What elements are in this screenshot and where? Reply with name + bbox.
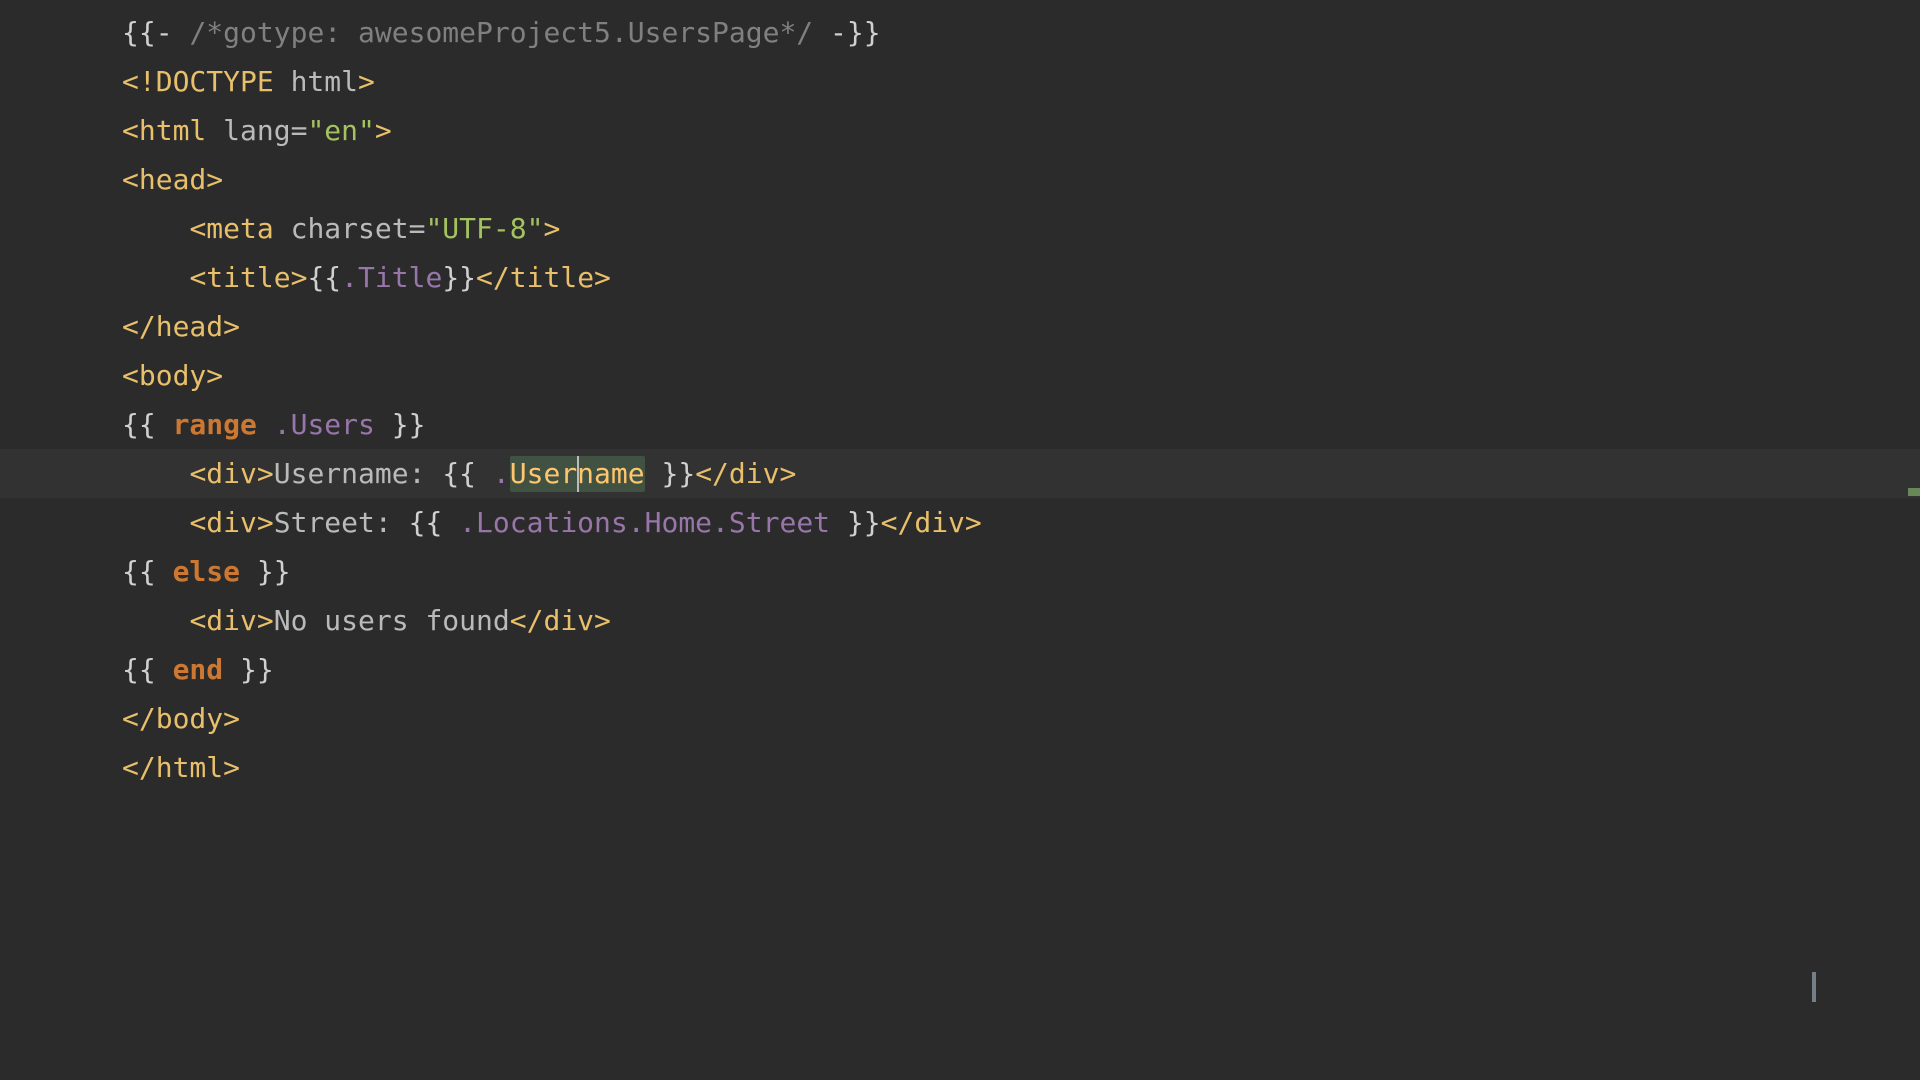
code-token: lang= [223, 114, 307, 147]
code-token: <div> [189, 604, 273, 637]
code-line[interactable]: {{ range .Users }} [122, 400, 982, 449]
code-token: {{- [122, 16, 189, 49]
code-token: else [173, 555, 240, 588]
code-line[interactable]: <head> [122, 155, 982, 204]
code-token: <meta [189, 212, 290, 245]
code-token [257, 408, 274, 441]
code-token: Username: [274, 457, 443, 490]
code-token: "UTF-8" [425, 212, 543, 245]
code-token: No users found [274, 604, 510, 637]
code-line[interactable]: <!DOCTYPE html> [122, 57, 982, 106]
code-token: > [375, 114, 392, 147]
code-area[interactable]: {{- /*gotype: awesomeProject5.UsersPage*… [122, 8, 982, 792]
code-token: </title> [476, 261, 611, 294]
code-token: <body> [122, 359, 223, 392]
code-token: }} [830, 506, 881, 539]
code-line[interactable]: <html lang="en"> [122, 106, 982, 155]
code-line[interactable]: {{ end }} [122, 645, 982, 694]
code-token: html [291, 65, 358, 98]
code-token: range [173, 408, 257, 441]
code-token: . [493, 457, 510, 490]
code-token: /*gotype: awesomeProject5.UsersPage*/ [189, 16, 813, 49]
code-token: charset= [291, 212, 426, 245]
code-token: {{ [409, 506, 460, 539]
code-token: </head> [122, 310, 240, 343]
code-token: Username [510, 457, 645, 490]
code-token: {{ [442, 457, 493, 490]
code-line[interactable]: <div>Username: {{ .Username }}</div> [122, 449, 982, 498]
code-token: <title> [189, 261, 307, 294]
code-token: {{ [122, 555, 173, 588]
code-token: {{ [122, 653, 173, 686]
code-line[interactable]: <title>{{.Title}}</title> [122, 253, 982, 302]
code-token: }} [375, 408, 426, 441]
code-token: Street: [274, 506, 409, 539]
code-token: </html> [122, 751, 240, 784]
code-token: {{ [307, 261, 341, 294]
code-token: .Title [341, 261, 442, 294]
code-line[interactable]: {{ else }} [122, 547, 982, 596]
code-line[interactable]: {{- /*gotype: awesomeProject5.UsersPage*… [122, 8, 982, 57]
code-line[interactable]: <body> [122, 351, 982, 400]
code-token: {{ [122, 408, 173, 441]
code-token: </div> [881, 506, 982, 539]
code-line[interactable]: <meta charset="UTF-8"> [122, 204, 982, 253]
code-token: .Locations.Home.Street [459, 506, 830, 539]
code-token: .Users [274, 408, 375, 441]
code-token: > [358, 65, 375, 98]
code-token: end [173, 653, 224, 686]
code-line[interactable]: </head> [122, 302, 982, 351]
code-token: <!DOCTYPE [122, 65, 291, 98]
code-line[interactable]: <div>Street: {{ .Locations.Home.Street }… [122, 498, 982, 547]
code-token: </div> [510, 604, 611, 637]
code-token: <html [122, 114, 223, 147]
vcs-change-marker [1908, 488, 1920, 496]
code-editor[interactable]: {{- /*gotype: awesomeProject5.UsersPage*… [0, 0, 1920, 1080]
code-token: </div> [695, 457, 796, 490]
inspection-ok-icon[interactable] [1874, 10, 1906, 42]
code-token: <head> [122, 163, 223, 196]
code-token: "en" [307, 114, 374, 147]
code-token: <div> [189, 506, 273, 539]
code-line[interactable]: </body> [122, 694, 982, 743]
code-token: }} [223, 653, 274, 686]
code-token: }} [442, 261, 476, 294]
text-cursor-icon [1812, 972, 1816, 1002]
code-token: }} [240, 555, 291, 588]
code-token: </body> [122, 702, 240, 735]
code-token: <div> [189, 457, 273, 490]
code-line[interactable]: </html> [122, 743, 982, 792]
code-token: > [543, 212, 560, 245]
code-token: -}} [813, 16, 880, 49]
code-line[interactable]: <div>No users found</div> [122, 596, 982, 645]
code-token: }} [645, 457, 696, 490]
